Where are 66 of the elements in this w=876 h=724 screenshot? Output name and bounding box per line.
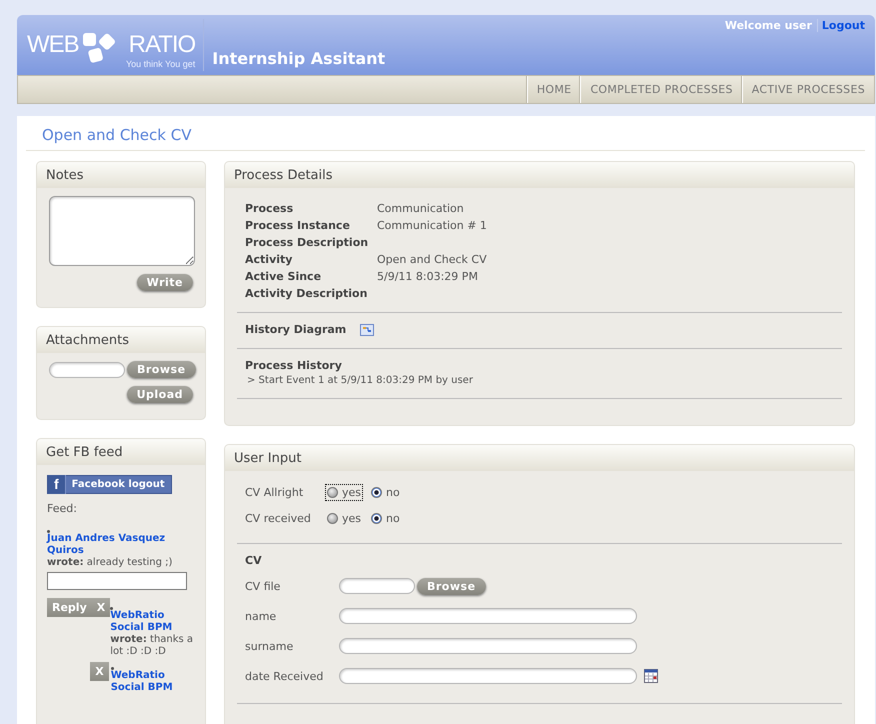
field-value: Communication # 1 [377,219,488,232]
field-label: date Received [245,670,324,682]
radio-button[interactable] [327,486,338,498]
delete-button[interactable]: X [92,598,110,617]
file-field[interactable] [49,362,125,378]
field-label: CV received [245,512,312,524]
field-label: surname [245,640,294,652]
input-field[interactable] [339,638,637,654]
logo-text: RATIO [128,31,196,59]
diagram-icon[interactable] [360,324,374,336]
radio-button[interactable] [371,512,382,524]
field-label: Activity Description [245,287,368,300]
date-field[interactable] [339,668,637,684]
author-link[interactable]: WebRatio Social BPM [110,670,195,694]
welcome-text: Welcome user [724,19,818,32]
notes-field[interactable] [49,196,195,266]
field-label: Process Description [245,236,370,249]
facebook-logout-button[interactable]: f Facebook logout [47,475,172,494]
logout-link[interactable]: Logout [822,19,865,32]
field-label: Activity [245,253,294,266]
logo-text: WEB [27,31,79,59]
nav-tab[interactable]: ACTIVE PROCESSES [742,76,874,103]
reply-button[interactable]: Reply [47,598,92,617]
browse-button[interactable]: Browse [127,361,196,378]
history-entry: > Start Event 1 at 5/9/11 8:03:29 PM by user [246,374,474,386]
nav-tab[interactable]: HOME [526,76,580,103]
post-text: Juan Andres Vasquez Quiros wrote: already testing ;) [47,525,195,569]
page-title: Open and Check CV [26,124,865,151]
comment-field[interactable] [47,572,187,590]
calendar-icon[interactable] [644,669,658,683]
post-text: WebRatio Social BPM wrote: thanks a lot :D :D :D [110,602,194,658]
feed-label: Feed: [47,502,78,515]
field-value: Communication [377,202,465,215]
field-label: CV Allright [245,486,304,498]
app-title: Internship Assitant [212,49,386,68]
option-label: yes [342,512,362,524]
delete-button[interactable]: X [90,662,109,681]
browse-button[interactable]: Browse [417,578,486,594]
field-label: Process Instance [245,219,351,232]
file-field[interactable] [339,578,415,594]
radio-button[interactable] [371,486,382,498]
field-label: History Diagram [245,323,346,336]
panel-title: Process Details [225,162,854,188]
option-label: yes [342,486,362,498]
section-title: CV [244,554,263,569]
panel-title: Notes [37,162,205,188]
logo-tagline: You think You get [126,59,196,69]
input-field[interactable] [339,608,637,624]
field-value: 5/9/11 8:03:29 PM [377,270,479,283]
field-label: Process [245,202,294,215]
nav-tab[interactable]: COMPLETED PROCESSES [580,76,742,103]
upload-button[interactable]: Upload [126,386,193,403]
write-button[interactable]: Write [136,274,193,291]
panel-title: User Input [225,445,854,471]
field-value: Open and Check CV [377,253,488,266]
field-label: CV file [245,580,282,592]
option-label: no [386,512,400,524]
field-label: Active Since [245,270,322,283]
author-link[interactable]: Juan Andres Vasquez Quiros [47,533,195,557]
field-label: name [245,610,278,622]
panel-title: Attachments [37,327,205,353]
radio-button[interactable] [327,512,338,524]
field-label: Process History [244,359,343,372]
panel-title: Get FB feed [37,439,205,465]
option-label: no [386,486,400,498]
author-link[interactable]: WebRatio Social BPM [110,610,194,634]
